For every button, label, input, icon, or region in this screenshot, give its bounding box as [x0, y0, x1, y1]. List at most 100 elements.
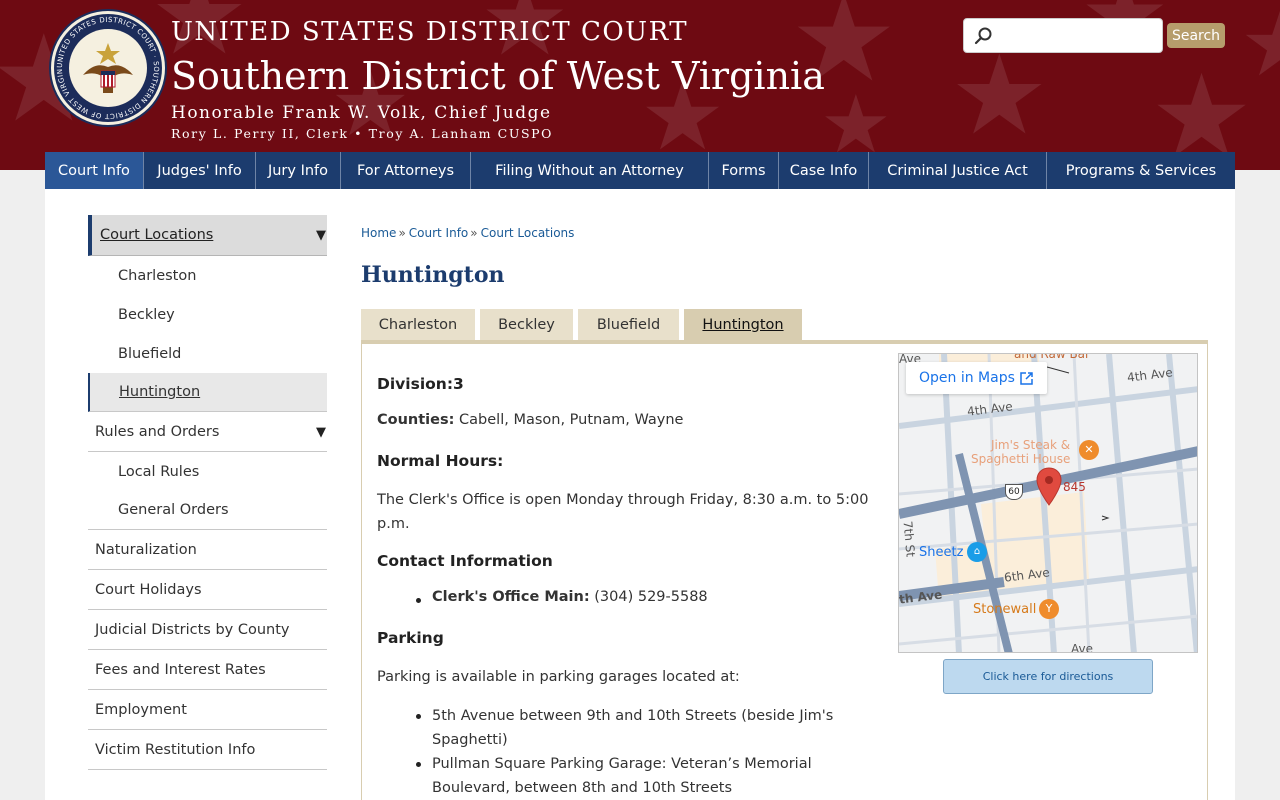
nav-programs-services[interactable]: Programs & Services [1047, 152, 1235, 189]
parking-item-1-line2: Spaghetti) [432, 732, 508, 748]
sidebar-item-naturalization[interactable]: Naturalization [88, 530, 327, 570]
sidebar-item-label: Court Locations [100, 227, 214, 243]
sidebar-item-label: Fees and Interest Rates [95, 661, 266, 678]
sidebar-item-employment[interactable]: Employment [88, 690, 327, 730]
map-label-raw-bar: and Raw Bar [1014, 353, 1090, 361]
contact-heading: Contact Information [377, 552, 553, 570]
sidebar-item-label: Local Rules [118, 463, 200, 480]
nav-judges-info[interactable]: Judges' Info [144, 152, 256, 189]
nav-criminal-justice-act[interactable]: Criminal Justice Act [869, 152, 1047, 189]
main-nav: Court Info Judges' Info Jury Info For At… [45, 152, 1235, 189]
map-label-sheetz: Sheetz [919, 545, 964, 560]
nav-for-attorneys[interactable]: For Attorneys [341, 152, 471, 189]
parking-heading: Parking [377, 629, 444, 647]
map-label-address: 845 [1063, 480, 1086, 494]
search-icon [974, 27, 992, 45]
nav-filing-without-attorney[interactable]: Filing Without an Attorney [471, 152, 709, 189]
sidebar-item-label: Bluefield [118, 345, 182, 362]
parking-intro: Parking is available in parking garages … [377, 669, 740, 685]
nav-case-info[interactable]: Case Info [779, 152, 869, 189]
nav-court-info[interactable]: Court Info [45, 152, 144, 189]
nav-forms[interactable]: Forms [709, 152, 779, 189]
division-value: 3 [453, 375, 464, 393]
breadcrumb-court-locations[interactable]: Court Locations [481, 226, 575, 240]
tab-beckley[interactable]: Beckley [480, 309, 573, 340]
shop-icon[interactable]: ⌂ [967, 542, 987, 562]
sidebar-item-general-orders[interactable]: General Orders [88, 491, 327, 530]
map-label-jims-line2: Spaghetti House [971, 452, 1071, 466]
sidebar-item-bluefield[interactable]: Bluefield [88, 334, 327, 373]
sidebar-nav: Court Locations ▼ Charleston Beckley Blu… [88, 215, 327, 770]
district-name[interactable]: Southern District of West Virginia [171, 54, 825, 98]
star-decoration: ★ [1240, 0, 1280, 90]
bullet [416, 762, 421, 767]
open-in-maps-label: Open in Maps [919, 370, 1015, 386]
route-60-shield: 60 [1005, 484, 1023, 500]
division-label: Division: [377, 375, 454, 393]
search-button[interactable]: Search [1167, 23, 1225, 48]
sidebar-item-label: General Orders [118, 502, 229, 518]
sidebar-item-label: Beckley [118, 306, 175, 323]
clerk-line: Rory L. Perry II, Clerk • Troy A. Lanham… [171, 126, 553, 141]
sidebar-item-local-rules[interactable]: Local Rules [88, 452, 327, 491]
chief-judge: Honorable Frank W. Volk, Chief Judge [171, 103, 552, 123]
hours-heading: Normal Hours: [377, 452, 504, 470]
breadcrumb-separator: » [398, 226, 406, 240]
sidebar-item-judicial-districts[interactable]: Judicial Districts by County [88, 610, 327, 650]
nav-jury-info[interactable]: Jury Info [256, 152, 341, 189]
bar-icon[interactable]: Y [1039, 599, 1059, 619]
open-in-maps-button[interactable]: Open in Maps [906, 362, 1047, 394]
breadcrumb-court-info[interactable]: Court Info [409, 226, 469, 240]
hours-text-line1: The Clerk's Office is open Monday throug… [377, 492, 869, 508]
sidebar-item-fees-interest[interactable]: Fees and Interest Rates [88, 650, 327, 690]
contact-row: Clerk's Office Main: (304) 529-5588 [432, 589, 708, 605]
directions-button[interactable]: Click here for directions [943, 659, 1153, 694]
court-name: UNITED STATES DISTRICT COURT [171, 17, 689, 47]
sidebar-item-beckley[interactable]: Beckley [88, 295, 327, 334]
map-label-jims-line1: Jim's Steak & [991, 438, 1071, 452]
bullet [416, 714, 421, 719]
map-label-stonewall: Stonewall [973, 602, 1037, 617]
site-header: ★ ★ ★ ★ ★ ★ ★ ★ ★ ★ ★ UNITED STATES DIST… [0, 0, 1280, 170]
page-title: Huntington [361, 262, 505, 288]
counties-label: Counties: [377, 412, 455, 428]
parking-item-2-line2: Boulevard, between 8th and 10th Streets [432, 780, 733, 796]
star-decoration: ★ [950, 31, 1049, 159]
tab-huntington[interactable]: Huntington [684, 309, 802, 340]
sidebar-item-huntington[interactable]: Huntington [88, 373, 327, 412]
search-input[interactable] [998, 19, 1158, 52]
sidebar-item-victim-restitution[interactable]: Victim Restitution Info [88, 730, 327, 770]
sidebar-item-label: Huntington [119, 384, 201, 400]
court-seal-logo[interactable]: UNITED STATES DISTRICT COURT · SOUTHERN … [49, 9, 167, 127]
sidebar-item-label: Employment [95, 701, 187, 718]
map-embed[interactable]: and Raw Bar Ave 4th Ave 4th Ave Jim's St… [898, 353, 1198, 653]
breadcrumb: Home» Court Info» Court Locations [361, 226, 574, 240]
parking-item-2-line1: Pullman Square Parking Garage: Veteran’s… [432, 756, 812, 772]
contact-phone[interactable]: (304) 529-5588 [594, 589, 707, 605]
hours-text-line2: p.m. [377, 516, 410, 532]
sidebar-item-label: Victim Restitution Info [95, 741, 256, 758]
sidebar-item-charleston[interactable]: Charleston [88, 256, 327, 295]
sidebar-item-label: Charleston [118, 267, 197, 284]
sidebar-item-label: Rules and Orders [95, 423, 220, 440]
parking-item-1-line1: 5th Avenue between 9th and 10th Streets … [432, 708, 834, 724]
sidebar-item-court-locations[interactable]: Court Locations ▼ [88, 215, 327, 256]
chevron-down-icon[interactable]: ▼ [316, 425, 326, 440]
map-label-ave-bottom: Ave [1071, 642, 1093, 653]
map-pin-icon[interactable] [1036, 467, 1062, 507]
sidebar-item-label: Naturalization [95, 541, 197, 558]
chevron-down-icon[interactable]: ▼ [316, 228, 326, 243]
external-link-icon [1020, 371, 1033, 385]
breadcrumb-home[interactable]: Home [361, 226, 396, 240]
breadcrumb-separator: » [470, 226, 478, 240]
tab-charleston[interactable]: Charleston [361, 309, 475, 340]
restaurant-icon[interactable]: ✕ [1079, 440, 1099, 460]
bullet [416, 598, 421, 603]
map-label-7th-st: 7th St [900, 520, 918, 558]
sidebar-item-label: Court Holidays [95, 581, 202, 598]
sidebar-item-rules-and-orders[interactable]: Rules and Orders ▼ [88, 412, 327, 452]
sidebar-item-label: Judicial Districts by County [95, 621, 290, 638]
contact-label: Clerk's Office Main: [432, 589, 590, 605]
tab-bluefield[interactable]: Bluefield [578, 309, 679, 340]
sidebar-item-court-holidays[interactable]: Court Holidays [88, 570, 327, 610]
